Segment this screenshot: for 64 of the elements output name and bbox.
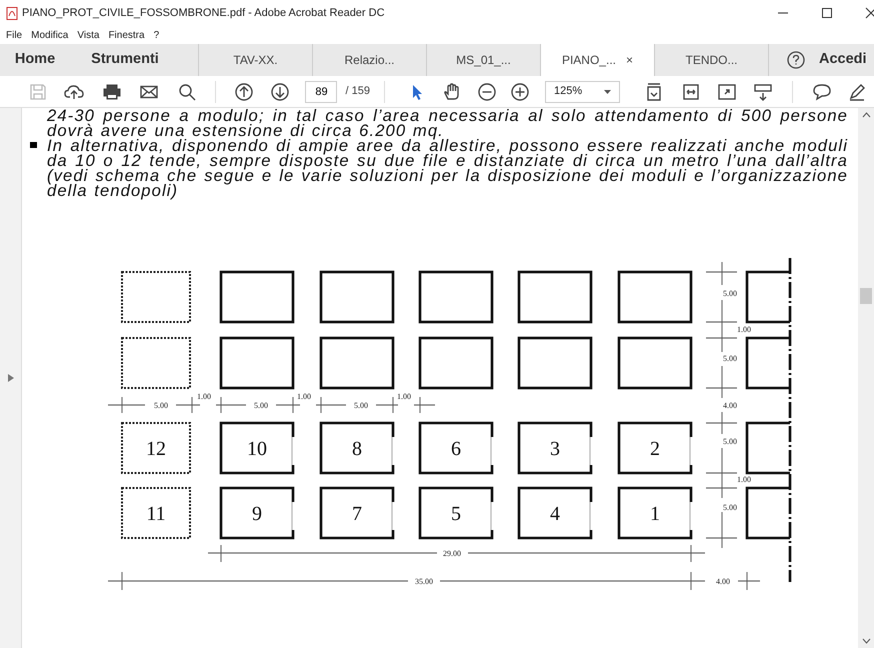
dimension-label: 5.00 xyxy=(723,354,737,363)
previous-page-icon[interactable] xyxy=(234,82,254,102)
dimension-label: 1.00 xyxy=(197,392,211,401)
document-tab[interactable]: PIANO_... × xyxy=(540,44,654,76)
page-number-field[interactable]: 89 xyxy=(305,80,338,102)
tent-number: 2 xyxy=(650,438,660,460)
tent-number: 1 xyxy=(650,503,660,525)
nav-tab[interactable]: Strumenti xyxy=(70,44,180,76)
body-paragraph: 24-30 persone a modulo; in tal caso l’area necessaria al solo attendamento di 500 persone dovrà avere una estensione di circa 6.200 mq. xyxy=(47,108,848,138)
dimension-label: 1.00 xyxy=(737,325,751,334)
tent-number: 5 xyxy=(451,503,461,525)
print-icon[interactable] xyxy=(102,82,122,102)
window-title: PIANO_PROT_CIVILE_FOSSOMBRONE.pdf - Adobe Acrobat Reader DC xyxy=(22,6,385,21)
pen-icon[interactable] xyxy=(847,82,868,102)
tent-number: 6 xyxy=(451,438,461,460)
dimension-label: 5.00 xyxy=(354,401,368,410)
dimension-label: 29.00 xyxy=(443,549,461,558)
tent-number: 9 xyxy=(252,503,262,525)
tent-number: 7 xyxy=(352,503,362,525)
dimension-label: 5.00 xyxy=(723,437,737,446)
page-count: / 159 xyxy=(345,84,370,100)
tent-number: 3 xyxy=(550,438,560,460)
menu-item[interactable]: Finestra xyxy=(108,28,145,42)
full-screen-icon[interactable] xyxy=(716,82,737,102)
dimension-label: 5.00 xyxy=(723,289,737,298)
tent-number: 10 xyxy=(247,438,267,460)
search-icon[interactable] xyxy=(176,82,197,102)
tent-number: 11 xyxy=(146,503,166,525)
scroll-mode-icon[interactable] xyxy=(753,82,774,102)
caret-icon xyxy=(604,90,612,94)
nav-tab[interactable]: Home xyxy=(0,44,70,76)
comment-icon[interactable] xyxy=(812,82,832,102)
menu-item[interactable]: File xyxy=(6,28,22,42)
dimension-label: 1.00 xyxy=(737,475,751,484)
dimension-label: 5.00 xyxy=(254,401,268,410)
tent-number: 8 xyxy=(352,438,362,460)
maximize-icon[interactable] xyxy=(821,7,833,19)
menu-item[interactable]: Modifica xyxy=(31,28,68,42)
pdf-file-icon xyxy=(6,6,18,20)
menu-item[interactable]: Vista xyxy=(77,28,100,42)
dimension-label: 5.00 xyxy=(154,401,168,410)
close-icon[interactable] xyxy=(865,7,874,19)
dimension-label: 1.00 xyxy=(397,392,411,401)
scroll-down-icon[interactable] xyxy=(862,638,870,644)
close-tab-icon[interactable]: × xyxy=(626,51,634,69)
next-page-icon[interactable] xyxy=(270,82,290,102)
tent-number: 12 xyxy=(146,438,166,460)
zoom-in-icon[interactable] xyxy=(510,82,530,102)
dimension-label: 4.00 xyxy=(716,577,730,586)
dimension-label: 5.00 xyxy=(723,503,737,512)
scroll-up-icon[interactable] xyxy=(862,112,870,118)
expand-panel-icon[interactable] xyxy=(8,374,14,382)
scrollbar-thumb[interactable] xyxy=(860,288,872,304)
zoom-out-icon[interactable] xyxy=(476,82,497,102)
dimension-label: 4.00 xyxy=(723,401,737,410)
tent-number: 4 xyxy=(550,503,560,525)
dimension-label: 35.00 xyxy=(415,577,433,586)
body-paragraph: In alternativa, disponendo di ampie aree da allestire, possono essere realizzati anche moduli da 10 o 12 tende, sempre disposte su due file e distanziate di circa un metro l’una dall’altra (vedi schema che segue e le varie soluzioni per la disposizione dei moduli e l’organizzazione della tendopoli) xyxy=(47,138,848,198)
menu-item[interactable]: ? xyxy=(154,28,160,42)
zoom-dropdown[interactable]: 125% xyxy=(545,80,620,102)
dimension-label: 1.00 xyxy=(297,392,311,401)
sign-in-link[interactable]: Accedi xyxy=(819,49,867,71)
help-icon[interactable] xyxy=(787,51,805,69)
fit-width-icon[interactable] xyxy=(681,82,702,102)
